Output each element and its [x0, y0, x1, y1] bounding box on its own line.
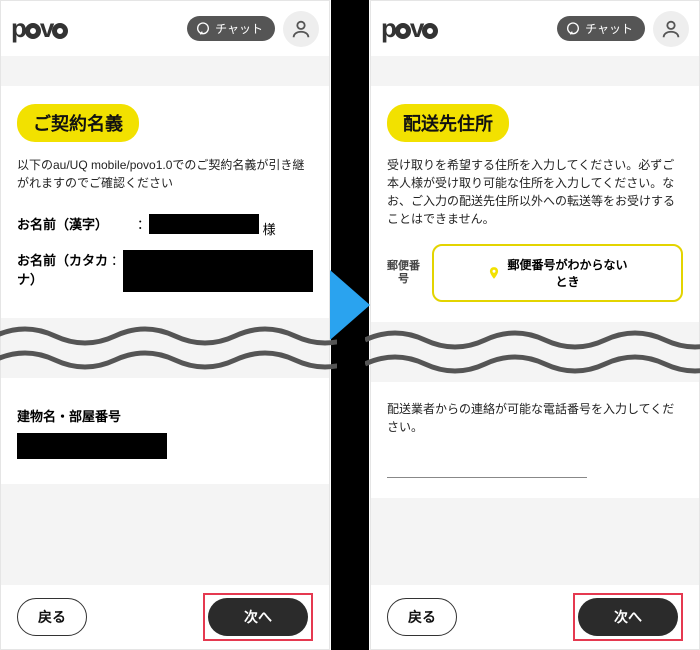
redacted-building — [17, 433, 167, 459]
next-button-highlight: 次へ — [203, 593, 313, 641]
chat-label: チャット — [585, 20, 633, 37]
section-title: ご契約名義 — [17, 104, 139, 142]
profile-button[interactable] — [283, 11, 319, 47]
logo-povo: pv — [381, 13, 437, 44]
content-area: ご契約名義 以下のau/UQ mobile/povo1.0でのご契約名義が引き継… — [1, 86, 329, 318]
row-name-kana: お名前（カタカナ） ： — [17, 244, 313, 298]
redacted-name-kana — [123, 250, 313, 292]
chat-icon — [565, 21, 581, 37]
logo-povo: pv — [11, 13, 67, 44]
screen-shipping-address: pv チャット 配送先住所 受け取りを希望する住所を入力してください。必ずご本人… — [370, 0, 700, 650]
app-header: pv チャット — [371, 1, 699, 56]
next-button[interactable]: 次へ — [208, 598, 308, 636]
user-icon — [660, 18, 682, 40]
footer-bar: 戻る 次へ — [1, 585, 329, 649]
app-header: pv チャット — [1, 1, 329, 56]
colon: ： — [111, 250, 123, 269]
back-button[interactable]: 戻る — [387, 598, 457, 636]
section-title: 配送先住所 — [387, 104, 509, 142]
chat-icon — [195, 21, 211, 37]
back-button[interactable]: 戻る — [17, 598, 87, 636]
flow-arrow-icon — [330, 270, 370, 340]
chat-button[interactable]: チャット — [557, 16, 645, 41]
content-area: 配送先住所 受け取りを希望する住所を入力してください。必ずご本人様が受け取り可能… — [371, 86, 699, 322]
redacted-name-kanji — [149, 214, 259, 234]
honorific-suffix: 様 — [263, 222, 276, 237]
next-button-highlight: 次へ — [573, 593, 683, 641]
profile-button[interactable] — [653, 11, 689, 47]
name-kana-label: お名前（カタカナ） — [17, 250, 111, 288]
section-description: 受け取りを希望する住所を入力してください。必ずご本人様が受け取り可能な住所を入力… — [387, 156, 683, 228]
content-break-wave — [1, 318, 329, 378]
footer-bar: 戻る 次へ — [371, 585, 699, 649]
building-label: 建物名・部屋番号 — [17, 406, 313, 425]
content-break-wave — [371, 322, 699, 382]
postal-code-lookup-label: 郵便番号がわからない とき — [507, 256, 627, 290]
map-pin-icon — [487, 264, 501, 282]
next-button[interactable]: 次へ — [578, 598, 678, 636]
postal-code-lookup-button[interactable]: 郵便番号がわからない とき — [432, 244, 683, 302]
user-icon — [290, 18, 312, 40]
row-postal-code: 郵便番 号 郵便番号がわからない とき — [387, 244, 683, 302]
row-name-kanji: お名前（漢字） ： 様 — [17, 208, 313, 244]
colon: ： — [137, 214, 149, 233]
chat-label: チャット — [215, 20, 263, 37]
postal-code-label: 郵便番 号 — [387, 260, 420, 286]
name-kanji-label: お名前（漢字） — [17, 214, 137, 233]
section-description: 以下のau/UQ mobile/povo1.0でのご契約名義が引き継がれますので… — [17, 156, 313, 192]
screen-contract-name: pv チャット ご契約名義 以下のau/UQ mobile/povo1.0でのご… — [0, 0, 330, 650]
chat-button[interactable]: チャット — [187, 16, 275, 41]
phone-note: 配送業者からの連絡が可能な電話番号を入力してください。 — [387, 400, 683, 436]
phone-input[interactable] — [387, 452, 587, 478]
